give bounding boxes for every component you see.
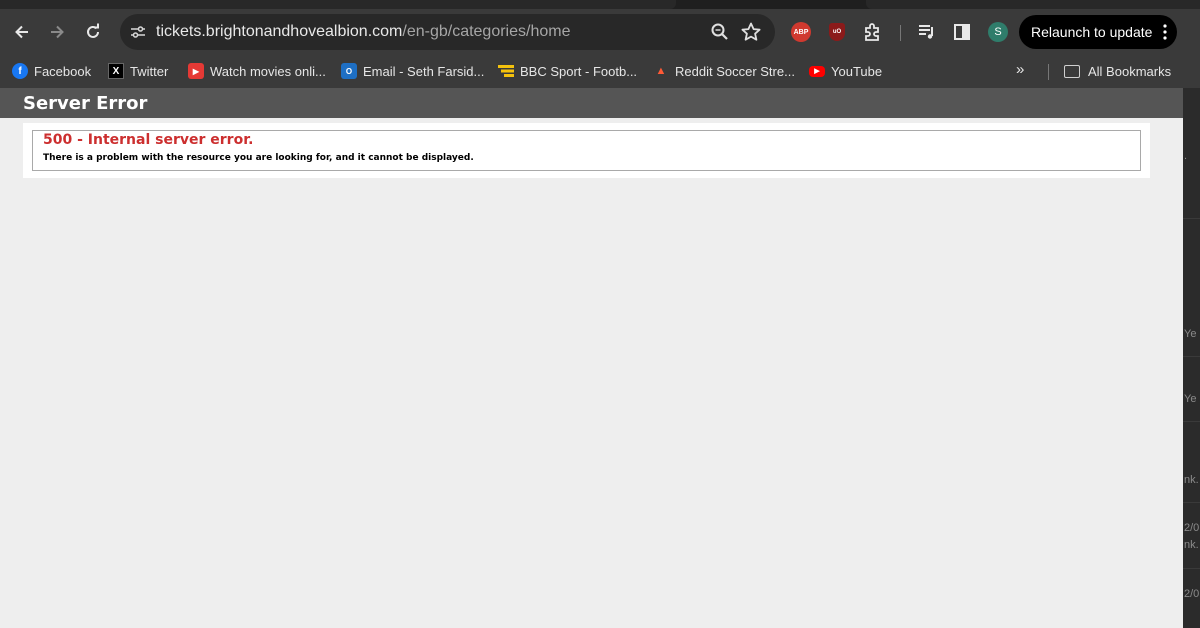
side-panel-icon[interactable] [952, 22, 972, 42]
background-window-strip: . Ye Ye nk. 2/0 nk. 2/0 [1183, 88, 1200, 628]
youtube-icon: ▶ [809, 65, 825, 77]
url-host: tickets.brightonandhovealbion.com [156, 23, 403, 40]
x-icon: X [108, 63, 124, 79]
outlook-icon: O [341, 63, 357, 79]
bookmarks-bar: f Facebook X Twitter ▶ Watch movies onli… [0, 55, 1200, 88]
background-text: . [1184, 150, 1188, 162]
background-divider [1183, 421, 1200, 422]
bookmark-label: Email - Seth Farsid... [363, 63, 485, 79]
error-fieldset: 500 - Internal server error. There is a … [32, 130, 1141, 171]
bookmark-watch-movies[interactable]: ▶ Watch movies onli... [188, 61, 326, 81]
reload-icon [87, 23, 99, 38]
reload-button[interactable] [78, 17, 108, 47]
bookmark-label: Watch movies onli... [210, 63, 326, 79]
error-content: 500 - Internal server error. There is a … [23, 123, 1150, 178]
error-title: 500 - Internal server error. [43, 132, 254, 148]
bookmark-twitter[interactable]: X Twitter [108, 61, 168, 81]
all-bookmarks-button[interactable]: All Bookmarks [1064, 61, 1171, 81]
background-divider [1183, 502, 1200, 503]
bookmark-youtube[interactable]: ▶ YouTube [809, 61, 882, 81]
ublock-origin-icon[interactable]: uO [827, 22, 847, 42]
background-text: 2/0 [1184, 522, 1200, 534]
bookmark-email[interactable]: O Email - Seth Farsid... [341, 61, 484, 81]
tab-strip [0, 0, 1200, 9]
bookmark-facebook[interactable]: f Facebook [12, 61, 91, 81]
url-text[interactable]: tickets.brightonandhovealbion.com/en-gb/… [156, 23, 570, 41]
relaunch-label: Relaunch to update [1031, 24, 1153, 40]
media-control-icon[interactable] [917, 22, 937, 42]
background-text: nk. [1184, 474, 1199, 486]
adblock-plus-icon[interactable]: ABP [791, 22, 811, 42]
active-tab[interactable] [0, 0, 676, 9]
toolbar-divider [900, 25, 901, 41]
tab-strip-right [866, 0, 1200, 9]
bookmarks-overflow-button[interactable]: » [1016, 61, 1024, 78]
bookmark-reddit-soccer[interactable]: ▲ Reddit Soccer Stre... [653, 61, 795, 81]
forward-button[interactable] [42, 17, 72, 47]
relaunch-button[interactable]: Relaunch to update [1019, 15, 1177, 49]
background-text: Ye [1184, 393, 1197, 405]
profile-avatar[interactable]: S [988, 22, 1008, 42]
facebook-icon: f [12, 63, 28, 79]
reddit-icon: ▲ [655, 65, 667, 77]
bookmark-label: BBC Sport - Footb... [520, 63, 638, 79]
folder-icon [1064, 64, 1080, 78]
zoom-icon[interactable] [710, 22, 730, 42]
site-info-icon[interactable] [128, 22, 148, 42]
error-description: There is a problem with the resource you… [43, 153, 474, 163]
page-title: Server Error [23, 93, 148, 114]
more-vert-icon [1163, 24, 1167, 40]
play-icon: ▶ [188, 63, 204, 79]
all-bookmarks-label: All Bookmarks [1088, 63, 1172, 79]
background-text: 2/0 [1184, 588, 1200, 600]
bookmark-bbc-sport[interactable]: BBC Sport - Footb... [498, 61, 637, 81]
background-divider [1183, 568, 1200, 569]
background-text: nk. [1184, 539, 1199, 551]
bbc-sport-icon [498, 63, 514, 79]
address-bar[interactable]: tickets.brightonandhovealbion.com/en-gb/… [120, 14, 775, 50]
bookmarks-divider [1048, 64, 1049, 80]
star-icon[interactable] [740, 21, 762, 43]
abp-label: ABP [793, 28, 809, 36]
bookmark-label: Facebook [34, 63, 92, 79]
back-icon [15, 25, 28, 39]
bookmark-label: Reddit Soccer Stre... [675, 63, 795, 79]
url-path: /en-gb/categories/home [402, 23, 571, 40]
forward-icon [51, 25, 64, 39]
ublock-label: uO [829, 23, 845, 41]
extensions-puzzle-icon[interactable] [863, 22, 883, 42]
server-error-header: Server Error [0, 88, 1183, 118]
background-divider [1183, 218, 1200, 219]
background-divider [1183, 356, 1200, 357]
browser-toolbar: tickets.brightonandhovealbion.com/en-gb/… [0, 9, 1200, 55]
back-button[interactable] [7, 17, 37, 47]
bookmark-label: Twitter [130, 63, 169, 79]
bookmark-label: YouTube [831, 63, 883, 79]
background-text: Ye [1184, 328, 1197, 340]
